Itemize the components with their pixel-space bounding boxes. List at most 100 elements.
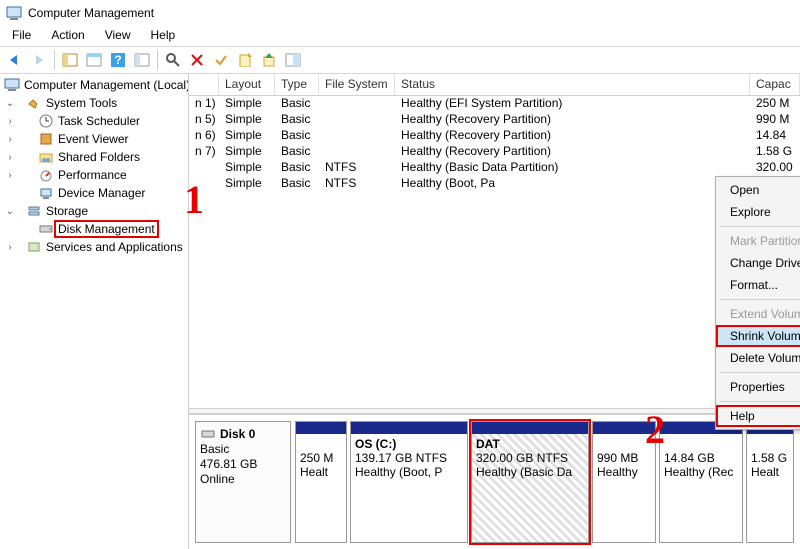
new-button[interactable] (234, 49, 256, 71)
volume-row[interactable]: SimpleBasicNTFSHealthy (Boot, Pa (189, 176, 800, 192)
app-icon (6, 5, 22, 21)
col-volume[interactable] (189, 74, 219, 95)
tree-label: System Tools (44, 96, 119, 110)
export-list-button[interactable] (131, 49, 153, 71)
tree-performance[interactable]: ›Performance (0, 166, 188, 184)
expand-icon[interactable]: › (4, 242, 16, 253)
ctx-change-letter[interactable]: Change Drive Letter and Paths... (716, 252, 800, 274)
tree-system-tools[interactable]: ⌄ System Tools (0, 94, 188, 112)
annotation-1: 1 (184, 176, 204, 223)
disk-size: 476.81 GB (200, 457, 286, 472)
properties-button[interactable] (83, 49, 105, 71)
col-filesystem[interactable]: File System (319, 74, 395, 95)
ctx-mark-active: Mark Partition as Active (716, 230, 800, 252)
toolbar-separator (54, 50, 55, 70)
menu-file[interactable]: File (4, 26, 39, 46)
volume-box[interactable]: OS (C:)139.17 GB NTFSHealthy (Boot, P (350, 421, 468, 543)
navigation-tree[interactable]: Computer Management (Local) ⌄ System Tool… (0, 74, 189, 549)
disk-state: Online (200, 472, 286, 487)
help-button[interactable]: ? (107, 49, 129, 71)
ctx-shrink-volume[interactable]: Shrink Volume... (716, 325, 800, 347)
disk-icon (200, 426, 216, 442)
volume-row[interactable]: n 5)SimpleBasicHealthy (Recovery Partiti… (189, 112, 800, 128)
col-capacity[interactable]: Capac (750, 74, 800, 95)
apply-button[interactable] (210, 49, 232, 71)
main-pane: Layout Type File System Status Capac n 1… (189, 74, 800, 549)
collapse-icon[interactable]: ⌄ (4, 98, 16, 109)
col-layout[interactable]: Layout (219, 74, 275, 95)
tree-shared-folders[interactable]: ›Shared Folders (0, 148, 188, 166)
tree-event-viewer[interactable]: › Event Viewer (0, 130, 188, 148)
tree-root[interactable]: Computer Management (Local) (0, 76, 188, 94)
menu-bar: File Action View Help (0, 26, 800, 46)
performance-icon (38, 167, 54, 183)
svg-text:?: ? (114, 53, 121, 67)
tree-label: Event Viewer (56, 132, 130, 146)
up-button[interactable] (258, 49, 280, 71)
volume-box[interactable]: 14.84 GBHealthy (Rec (659, 421, 743, 543)
volume-list[interactable]: Layout Type File System Status Capac n 1… (189, 74, 800, 408)
window-title: Computer Management (28, 6, 154, 20)
detail-pane-button[interactable] (282, 49, 304, 71)
delete-button[interactable] (186, 49, 208, 71)
ctx-separator (720, 372, 800, 373)
volume-context-menu: Open Explore Mark Partition as Active Ch… (715, 176, 800, 430)
tree-task-scheduler[interactable]: › Task Scheduler (0, 112, 188, 130)
expand-icon[interactable]: › (4, 134, 16, 145)
volume-box[interactable]: 250 MHealt (295, 421, 347, 543)
tree-device-manager[interactable]: Device Manager (0, 184, 188, 202)
event-icon (38, 131, 54, 147)
disk-name: Disk 0 (220, 427, 255, 442)
menu-help[interactable]: Help (143, 26, 184, 46)
ctx-delete-volume[interactable]: Delete Volume... (716, 347, 800, 369)
collapse-icon[interactable]: ⌄ (4, 206, 16, 217)
show-hide-tree-button[interactable] (59, 49, 81, 71)
col-status[interactable]: Status (395, 74, 750, 95)
disk-info-panel[interactable]: Disk 0 Basic 476.81 GB Online (195, 421, 291, 543)
toolbar-separator (157, 50, 158, 70)
expand-icon[interactable]: › (4, 116, 16, 127)
ctx-open[interactable]: Open (716, 179, 800, 201)
nav-forward-button[interactable] (28, 49, 50, 71)
disk-graphical-view: Disk 0 Basic 476.81 GB Online 250 MHealt… (189, 414, 800, 549)
tree-label: Device Manager (56, 186, 147, 200)
storage-icon (26, 203, 42, 219)
disk-icon (38, 221, 54, 237)
tree-label: Disk Management (56, 222, 157, 236)
ctx-help[interactable]: Help (716, 405, 800, 427)
ctx-properties[interactable]: Properties (716, 376, 800, 398)
tree-disk-management[interactable]: Disk Management (0, 220, 188, 238)
nav-back-button[interactable] (4, 49, 26, 71)
toolbar: ? (0, 46, 800, 74)
tree-label: Computer Management (Local) (22, 78, 189, 92)
find-button[interactable] (162, 49, 184, 71)
computer-icon (4, 77, 20, 93)
ctx-separator (720, 299, 800, 300)
volume-box[interactable]: 1.58 GHealt (746, 421, 794, 543)
tree-storage[interactable]: ⌄ Storage (0, 202, 188, 220)
ctx-separator (720, 226, 800, 227)
volume-row[interactable]: SimpleBasicNTFSHealthy (Basic Data Parti… (189, 160, 800, 176)
expand-icon[interactable]: › (4, 170, 16, 181)
tree-label: Task Scheduler (56, 114, 142, 128)
col-type[interactable]: Type (275, 74, 319, 95)
volume-box[interactable]: DAT320.00 GB NTFSHealthy (Basic Da (471, 421, 589, 543)
menu-action[interactable]: Action (43, 26, 92, 46)
workspace: Computer Management (Local) ⌄ System Tool… (0, 74, 800, 549)
tree-label: Services and Applications (44, 240, 185, 254)
expand-icon[interactable]: › (4, 152, 16, 163)
ctx-format[interactable]: Format... (716, 274, 800, 296)
ctx-explore[interactable]: Explore (716, 201, 800, 223)
volume-strip: 250 MHealtOS (C:)139.17 GB NTFSHealthy (… (295, 421, 794, 543)
volume-list-header[interactable]: Layout Type File System Status Capac (189, 74, 800, 96)
volume-row[interactable]: n 1)SimpleBasicHealthy (EFI System Parti… (189, 96, 800, 112)
shared-folders-icon (38, 149, 54, 165)
clock-icon (38, 113, 54, 129)
menu-view[interactable]: View (97, 26, 139, 46)
tree-services-apps[interactable]: › Services and Applications (0, 238, 188, 256)
disk-type: Basic (200, 442, 286, 457)
tree-label: Storage (44, 204, 90, 218)
volume-row[interactable]: n 6)SimpleBasicHealthy (Recovery Partiti… (189, 128, 800, 144)
tools-icon (26, 95, 42, 111)
volume-row[interactable]: n 7)SimpleBasicHealthy (Recovery Partiti… (189, 144, 800, 160)
